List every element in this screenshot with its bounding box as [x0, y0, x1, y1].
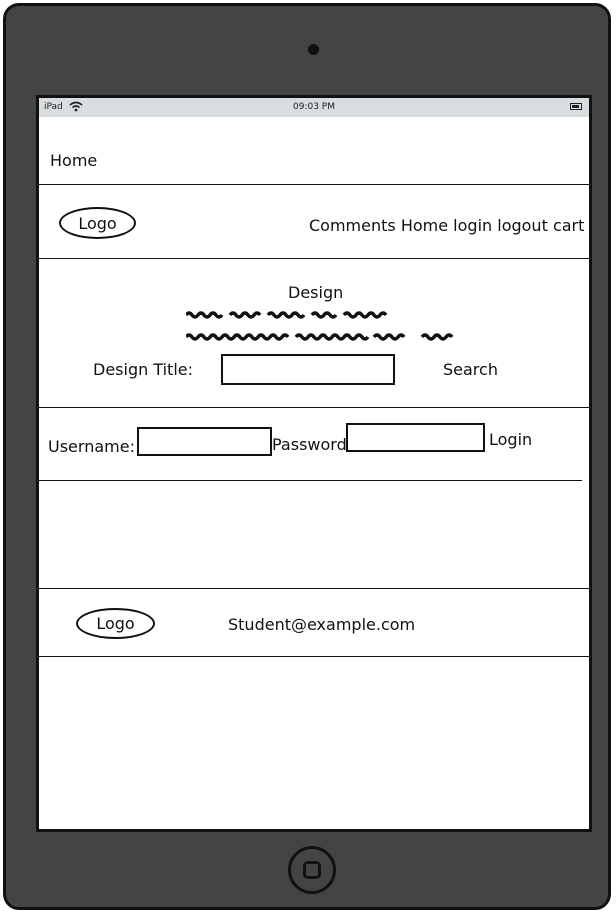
design-title-label: Design Title: [93, 360, 194, 379]
username-label: Username: [48, 437, 135, 456]
nav-link-comments[interactable]: Comments [309, 216, 396, 235]
nav-logo-label: Logo [78, 213, 117, 233]
login-button[interactable]: Login [489, 430, 532, 449]
nav-link-home[interactable]: Home [401, 216, 448, 235]
screen: iPad 09:03 PM Home Logo Comments Home lo… [36, 95, 592, 832]
nav-link-login[interactable]: login [453, 216, 492, 235]
header-divider [39, 184, 589, 185]
username-input[interactable] [137, 427, 272, 456]
home-button-icon [303, 861, 321, 879]
footer-email: Student@example.com [228, 615, 416, 634]
page-title: Home [50, 151, 98, 170]
nav-logo[interactable]: Logo [59, 207, 136, 239]
footer-logo[interactable]: Logo [76, 608, 155, 639]
search-button[interactable]: Search [443, 360, 498, 379]
camera-dot [308, 44, 319, 55]
password-label: Password [272, 435, 347, 454]
status-time: 09:03 PM [293, 102, 335, 112]
design-heading: Design [288, 283, 344, 302]
footer-divider [39, 656, 589, 657]
nav-links: Comments Home login logout cart [309, 216, 584, 235]
content-divider [39, 588, 589, 589]
battery-icon [570, 103, 582, 110]
nav-divider [39, 258, 589, 259]
nav-link-logout[interactable]: logout [497, 216, 548, 235]
scribble-text-line-2 [186, 333, 454, 341]
design-title-input[interactable] [221, 354, 395, 385]
status-bar: iPad 09:03 PM [39, 98, 589, 117]
nav-link-cart[interactable]: cart [553, 216, 584, 235]
password-input[interactable] [346, 423, 485, 452]
login-divider [39, 480, 582, 481]
footer-logo-label: Logo [96, 614, 135, 633]
device-home-button[interactable] [288, 846, 336, 894]
scribble-text-line-1 [186, 311, 388, 319]
design-divider [39, 407, 589, 408]
tablet-frame: iPad 09:03 PM Home Logo Comments Home lo… [3, 3, 611, 910]
